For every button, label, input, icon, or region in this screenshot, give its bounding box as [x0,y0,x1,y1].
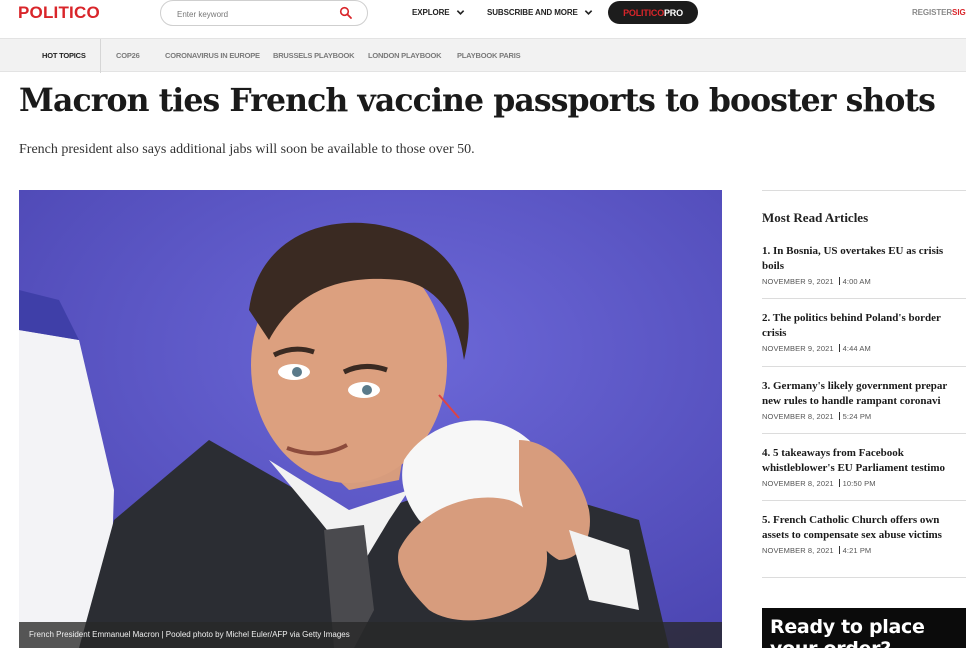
article-title-line1[interactable]: 2. The politics behind Poland's border [762,311,966,326]
sidebar-top-rule [762,190,966,191]
search-input[interactable] [177,6,327,22]
hot-topics-label: HOT TOPICS [42,51,86,60]
article-date: NOVEMBER 8, 2021 [762,546,834,555]
most-read-item[interactable]: 4. 5 takeaways from Facebook whistleblow… [762,446,966,488]
register-link[interactable]: REGISTER [912,8,952,17]
article-date: NOVEMBER 8, 2021 [762,412,834,421]
article-meta: NOVEMBER 8, 2021 10:50 PM [762,479,966,488]
sidebar-rule [762,500,966,501]
most-read-heading: Most Read Articles [762,210,869,225]
topic-link[interactable]: BRUSSELS PLAYBOOK [273,51,355,60]
article-date: NOVEMBER 9, 2021 [762,277,834,286]
site-header: POLITICO EXPLORE SUBSCRIBE AND MORE POLI… [0,0,966,38]
lead-photo[interactable]: French President Emmanuel Macron | Poole… [19,190,722,648]
topic-link[interactable]: PLAYBOOK PARIS [457,51,521,60]
sidebar-rule [762,366,966,367]
politico-logo[interactable]: POLITICO [18,3,100,23]
article-title-line1[interactable]: 3. Germany's likely government prepar [762,379,966,394]
article-headline: Macron ties French vaccine passports to … [19,82,936,119]
article-title-line1[interactable]: 1. In Bosnia, US overtakes EU as crisis [762,244,966,259]
subscribe-menu[interactable]: SUBSCRIBE AND MORE [487,8,593,17]
pro-logo-part2: PRO [664,7,683,18]
most-read-item[interactable]: 3. Germany's likely government prepar ne… [762,379,966,421]
topics-divider [100,39,101,73]
article-time: 5:24 PM [842,412,872,421]
article-dek: French president also says additional ja… [19,142,475,157]
search-box[interactable] [160,0,368,26]
photo-illustration [19,190,722,648]
signin-link[interactable]: SIGN [952,8,966,17]
article-meta: NOVEMBER 8, 2021 5:24 PM [762,412,966,421]
article-meta: NOVEMBER 9, 2021 4:00 AM [762,277,966,286]
article-date: NOVEMBER 9, 2021 [762,344,834,353]
article-meta: NOVEMBER 8, 2021 4:21 PM [762,546,966,555]
ad-line2: your order? [770,638,925,648]
subscribe-label: SUBSCRIBE AND MORE [487,8,578,17]
article-meta: NOVEMBER 9, 2021 4:44 AM [762,344,966,353]
politico-pro-button[interactable]: POLITICO PRO [608,1,698,24]
explore-label: EXPLORE [412,8,450,17]
topic-link[interactable]: COP26 [116,51,140,60]
article-time: 4:21 PM [842,546,872,555]
explore-menu[interactable]: EXPLORE [412,8,465,17]
article-title-line2[interactable]: new rules to handle rampant coronavi [762,394,966,409]
most-read-item[interactable]: 1. In Bosnia, US overtakes EU as crisis … [762,244,966,286]
article-time: 4:44 AM [842,344,871,353]
article-title-line2[interactable]: assets to compensate sex abuse victims [762,528,966,543]
topic-link[interactable]: CORONAVIRUS IN EUROPE [165,51,260,60]
photo-caption: French President Emmanuel Macron | Poole… [19,622,722,648]
search-icon[interactable] [339,6,353,20]
article-time: 4:00 AM [842,277,871,286]
sidebar-rule [762,577,966,578]
article-date: NOVEMBER 8, 2021 [762,479,834,488]
ad-line1: Ready to place [770,616,925,638]
ad-headline: Ready to place your order? [770,616,925,648]
article-title-line1[interactable]: 5. French Catholic Church offers own [762,513,966,528]
article-title-line2[interactable]: crisis [762,326,966,341]
topic-link[interactable]: LONDON PLAYBOOK [368,51,442,60]
chevron-down-icon [584,10,593,15]
article-title-line2[interactable]: whistleblower's EU Parliament testimo [762,461,966,476]
chevron-down-icon [456,10,464,15]
article-time: 10:50 PM [842,479,876,488]
pro-logo-part1: POLITICO [623,7,664,18]
sidebar-rule [762,433,966,434]
advertisement-banner[interactable]: Ready to place your order? [762,608,966,648]
most-read-item[interactable]: 5. French Catholic Church offers own ass… [762,513,966,555]
article-title-line1[interactable]: 4. 5 takeaways from Facebook [762,446,966,461]
article-title-line2[interactable]: boils [762,259,966,274]
sidebar-rule [762,298,966,299]
most-read-item[interactable]: 2. The politics behind Poland's border c… [762,311,966,353]
hot-topics-bar: HOT TOPICS COP26 CORONAVIRUS IN EUROPE B… [0,38,966,73]
